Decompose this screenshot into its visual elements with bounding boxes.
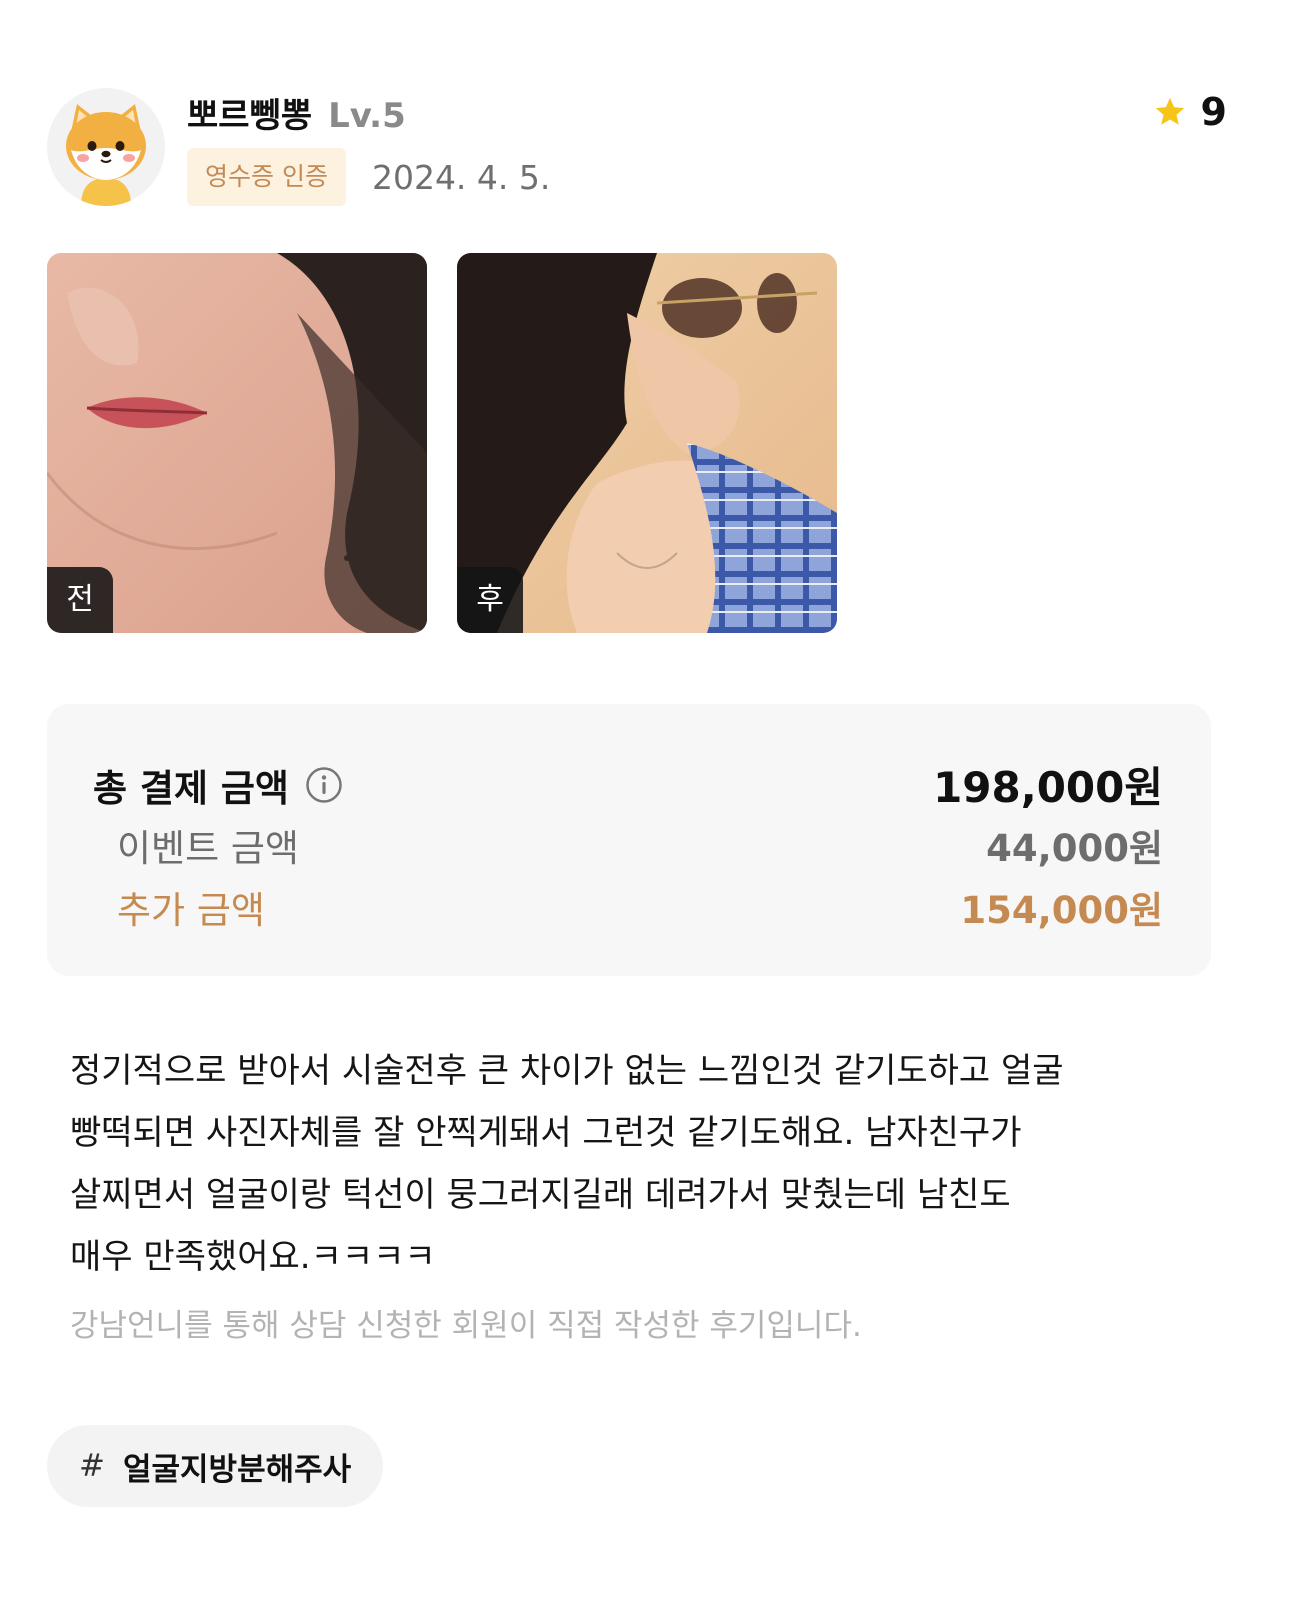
event-price-row: 이벤트 금액 44,000원 — [117, 818, 1163, 872]
review-line: 정기적으로 받아서 시술전후 큰 차이가 없는 느낌인것 같기도하고 얼굴 — [70, 1051, 1064, 1091]
shiba-avatar-icon — [66, 104, 146, 206]
review-line: 살찌면서 얼굴이랑 턱선이 뭉그러지길래 데려가서 맞췄는데 남친도 — [70, 1175, 1011, 1215]
user-line: 뽀르뼁뽕 Lv.5 — [187, 88, 406, 137]
price-summary: 총 결제 금액 198,000원 이벤트 금액 44,000원 추가 금액 15… — [47, 704, 1211, 976]
hashtag-chip[interactable]: # 얼굴지방분해주사 — [47, 1425, 384, 1507]
after-tag: 후 — [457, 567, 523, 633]
rating-value: 9 — [1200, 90, 1227, 134]
review-line: 빵떡되면 사진자체를 잘 안찍게돼서 그런것 같기도해요. 남자친구가 — [70, 1113, 1022, 1153]
review-line: 매우 만족했어요.ㅋㅋㅋㅋ — [70, 1237, 436, 1277]
event-price-value: 44,000원 — [986, 827, 1163, 870]
event-price-label: 이벤트 금액 — [117, 827, 299, 870]
star-icon — [1155, 97, 1184, 125]
photo-gallery: 전 후 — [47, 253, 837, 633]
nickname[interactable]: 뽀르뼁뽕 — [187, 88, 312, 137]
meta-line: 영수증 인증 2024. 4. 5. — [187, 148, 550, 206]
receipt-verified-badge: 영수증 인증 — [187, 148, 346, 206]
avatar[interactable] — [47, 88, 165, 206]
total-price-row: 총 결제 금액 198,000원 — [93, 754, 1163, 815]
extra-price-label: 추가 금액 — [117, 889, 265, 932]
before-tag: 전 — [47, 567, 113, 633]
extra-price-row: 추가 금액 154,000원 — [117, 880, 1163, 934]
extra-price-value: 154,000원 — [960, 889, 1163, 932]
total-price-label: 총 결제 금액 — [93, 766, 289, 810]
rating: 9 — [1153, 90, 1227, 134]
review-body: 정기적으로 받아서 시술전후 큰 차이가 없는 느낌인것 같기도하고 얼굴 빵떡… — [70, 1040, 1210, 1288]
user-level: Lv.5 — [328, 96, 406, 136]
total-price-label-wrap: 총 결제 금액 — [93, 758, 343, 812]
info-icon[interactable] — [305, 766, 343, 804]
review-date: 2024. 4. 5. — [371, 157, 551, 197]
review-disclaimer: 강남언니를 통해 상담 신청한 회원이 직접 작성한 후기입니다. — [70, 1308, 862, 1344]
total-price-value: 198,000원 — [933, 763, 1163, 812]
after-photo[interactable]: 후 — [457, 253, 837, 633]
hash-symbol: # — [79, 1448, 105, 1484]
hashtag-label: 얼굴지방분해주사 — [122, 1451, 352, 1488]
review-header: 뽀르뼁뽕 Lv.5 영수증 인증 2024. 4. 5. 9 — [47, 88, 1227, 208]
before-photo[interactable]: 전 — [47, 253, 427, 633]
